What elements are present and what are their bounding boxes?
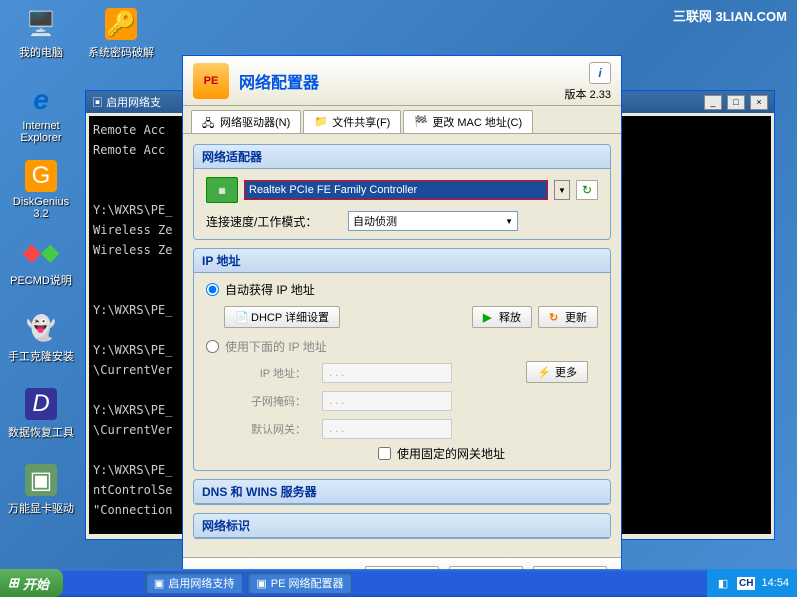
refresh-adapter-button[interactable]: ↻	[576, 180, 598, 200]
doc-icon: 📄	[235, 311, 247, 323]
adapter-select[interactable]: Realtek PCIe FE Family Controller	[244, 180, 548, 200]
group-dns-title: DNS 和 WINS 服务器	[194, 480, 610, 504]
start-button[interactable]: ⊞开始	[0, 569, 63, 597]
vga-icon: ▣	[25, 464, 57, 496]
dialog-version: 版本 2.33	[565, 86, 611, 102]
taskbar-item-peconfig[interactable]: ▣PE 网络配置器	[247, 572, 352, 594]
ie-icon: e	[25, 84, 57, 116]
maximize-button[interactable]: □	[727, 95, 745, 110]
watermark: 三联网 3LIAN.COM	[673, 6, 787, 25]
desktop-icon-mycomputer[interactable]: 🖥️我的电脑	[6, 8, 76, 60]
dialog-header-icon: PE	[193, 63, 229, 99]
key-icon: 🔑	[105, 8, 137, 40]
renew-icon: ↻	[549, 311, 561, 323]
pecmd-icon: ◆◆	[25, 236, 57, 268]
dialog-header: PE 网络配置器 i 版本 2.33	[183, 56, 621, 106]
desktop-icon-vga[interactable]: ▣万能显卡驱动	[6, 464, 76, 516]
window-controls: _ □ ×	[702, 95, 768, 110]
group-adapter-title: 网络适配器	[194, 145, 610, 169]
ip-addr-input[interactable]: . . .	[322, 363, 452, 383]
driver-icon: 🖧	[202, 115, 216, 129]
desktop-icon-recovery[interactable]: D数据恢复工具	[6, 388, 76, 440]
release-icon: ▶	[483, 311, 495, 323]
tab-file-share[interactable]: 📁文件共享(F)	[303, 110, 401, 133]
desktop-icon-pwcrack[interactable]: 🔑系统密码破解	[86, 8, 156, 60]
tab-change-mac[interactable]: 🏁更改 MAC 地址(C)	[403, 110, 533, 133]
diskgenius-icon: G	[25, 160, 57, 192]
dhcp-details-button[interactable]: 📄DHCP 详细设置	[224, 306, 340, 328]
taskbar: ⊞开始 ▣启用网络支持 ▣PE 网络配置器 ◧ CH 14:54	[0, 569, 797, 597]
ip-addr-label: IP 地址：	[226, 365, 306, 381]
speed-label: 连接速度/工作模式：	[206, 213, 336, 230]
console-title-text: ▣ 启用网络支	[92, 94, 161, 110]
tab-network-drivers[interactable]: 🖧网络驱动器(N)	[191, 110, 301, 133]
windows-icon: ⊞	[8, 575, 19, 591]
radio-auto-ip[interactable]: 自动获得 IP 地址	[206, 281, 598, 298]
folder-icon: 📁	[314, 115, 328, 129]
info-button[interactable]: i	[589, 62, 611, 84]
recovery-icon: D	[25, 388, 57, 420]
system-tray: ◧ CH 14:54	[707, 569, 797, 597]
ip-gw-input[interactable]: . . .	[322, 419, 452, 439]
lightning-icon: ⚡	[537, 366, 551, 379]
clock[interactable]: 14:54	[761, 577, 789, 589]
computer-icon: 🖥️	[25, 8, 57, 40]
group-ident-title: 网络标识	[194, 514, 610, 538]
dialog-content: 网络适配器 ▦ Realtek PCIe FE Family Controlle…	[183, 134, 621, 557]
group-ip-title: IP 地址	[194, 249, 610, 273]
nic-icon: ▦	[206, 177, 238, 203]
dialog-title: 网络配置器	[239, 69, 319, 93]
pe-icon: ▣	[256, 577, 266, 590]
more-button[interactable]: ⚡更多	[526, 361, 588, 383]
group-dns[interactable]: DNS 和 WINS 服务器	[193, 479, 611, 505]
speed-combobox[interactable]: 自动侦测 ▼	[348, 211, 518, 231]
renew-button[interactable]: ↻更新	[538, 306, 598, 328]
release-button[interactable]: ▶释放	[472, 306, 532, 328]
ip-mask-label: 子网掩码：	[226, 393, 306, 409]
flag-icon: 🏁	[414, 115, 428, 129]
radio-manual-ip[interactable]: 使用下面的 IP 地址	[206, 338, 598, 355]
cmd-icon: ▣	[154, 577, 164, 590]
desktop-icon-pecmd[interactable]: ◆◆PECMD说明	[6, 236, 76, 288]
radio-manual-ip-input[interactable]	[206, 340, 219, 353]
minimize-button[interactable]: _	[704, 95, 722, 110]
close-button[interactable]: ×	[750, 95, 768, 110]
desktop-icon-ie[interactable]: eInternet Explorer	[6, 84, 76, 144]
group-ip: IP 地址 自动获得 IP 地址 📄DHCP 详细设置 ▶释放 ↻更新 使用下面…	[193, 248, 611, 471]
desktop-icon-clone[interactable]: 👻手工克隆安装	[6, 312, 76, 364]
taskbar-item-network[interactable]: ▣启用网络支持	[145, 572, 243, 594]
ghost-icon: 👻	[25, 312, 57, 344]
tray-icon[interactable]: ◧	[715, 575, 731, 591]
fixed-gateway-checkbox-input[interactable]	[378, 447, 391, 460]
network-config-dialog: PE 网络配置器 i 版本 2.33 🖧网络驱动器(N) 📁文件共享(F) 🏁更…	[182, 55, 622, 597]
ip-mask-input[interactable]: . . .	[322, 391, 452, 411]
group-ident[interactable]: 网络标识	[193, 513, 611, 539]
fixed-gateway-checkbox[interactable]: 使用固定的网关地址	[378, 445, 598, 462]
adapter-dropdown-arrow[interactable]: ▼	[554, 180, 570, 200]
desktop-icon-diskgenius[interactable]: GDiskGenius 3.2	[6, 160, 76, 220]
group-adapter: 网络适配器 ▦ Realtek PCIe FE Family Controlle…	[193, 144, 611, 240]
language-indicator[interactable]: CH	[737, 577, 755, 590]
chevron-down-icon: ▼	[505, 217, 513, 226]
tab-bar: 🖧网络驱动器(N) 📁文件共享(F) 🏁更改 MAC 地址(C)	[183, 106, 621, 134]
ip-gw-label: 默认网关：	[226, 421, 306, 437]
radio-auto-ip-input[interactable]	[206, 283, 219, 296]
